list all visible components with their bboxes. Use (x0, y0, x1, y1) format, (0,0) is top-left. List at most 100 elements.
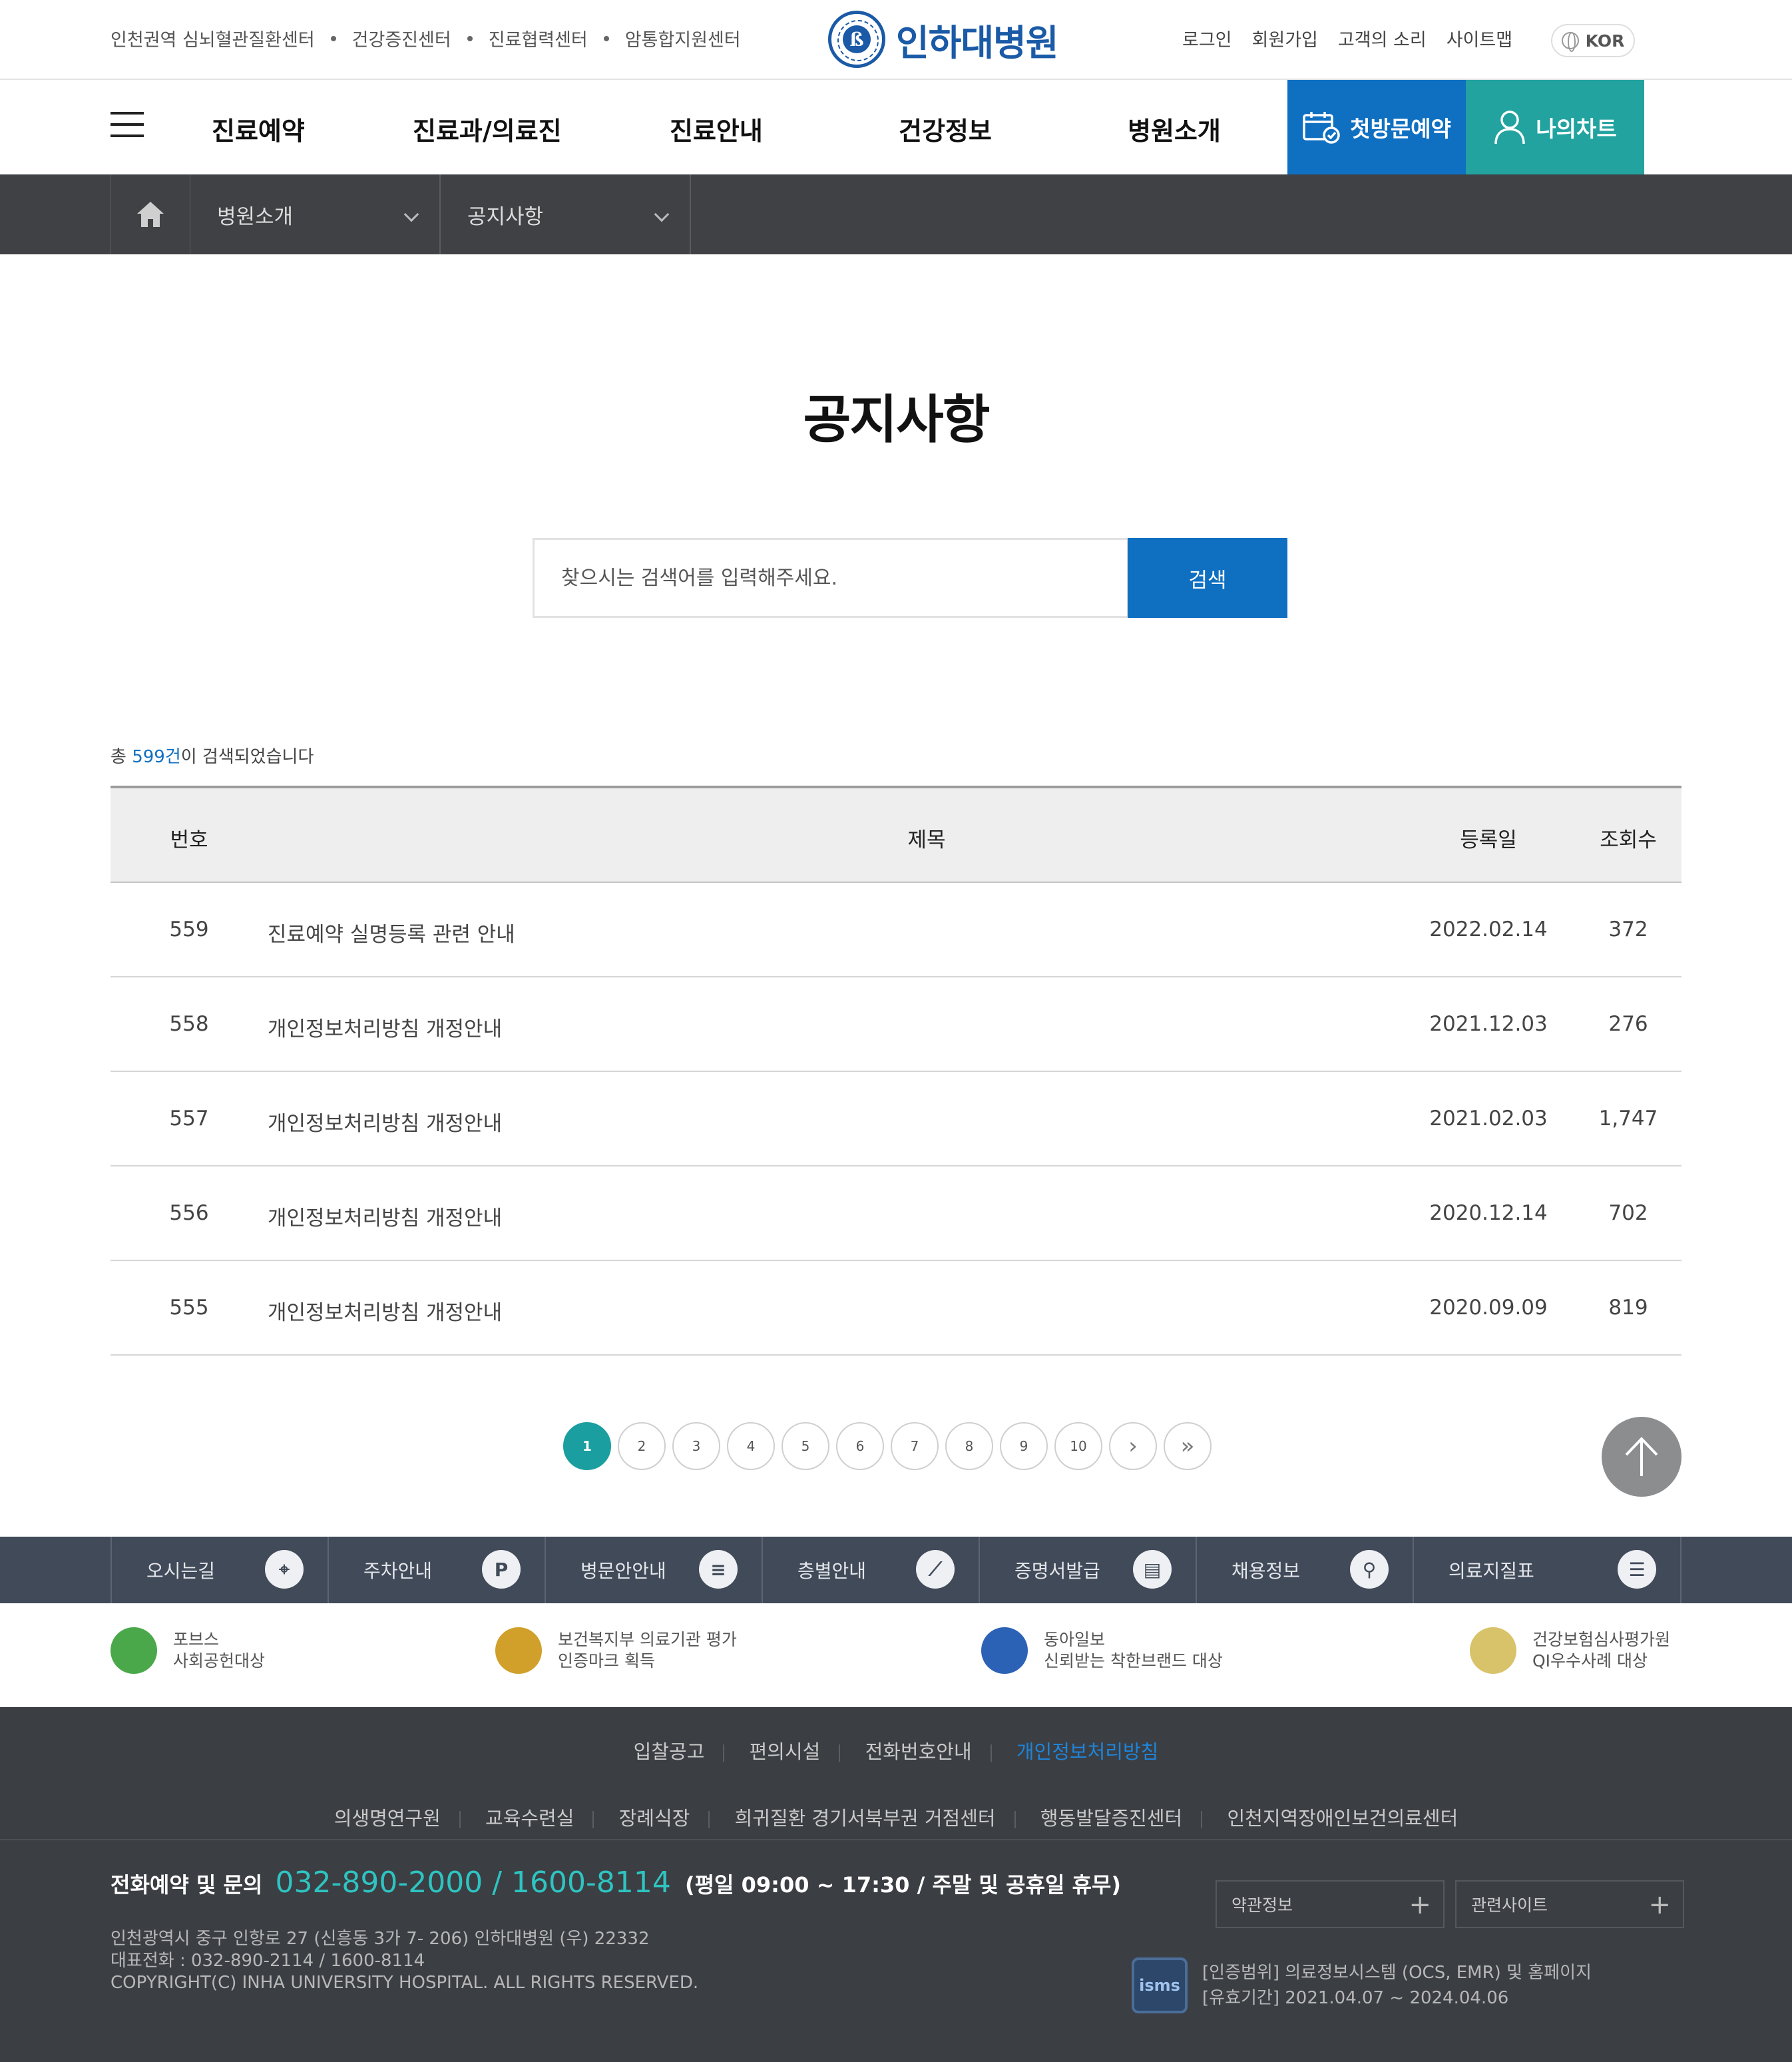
footer-link-research[interactable]: 의생명연구원 (334, 1807, 441, 1830)
breadcrumb-level1: 병원소개 (217, 204, 294, 229)
login-link[interactable]: 로그인 (1182, 25, 1232, 51)
contact-label: 전화예약 및 문의 (111, 1872, 263, 1898)
sitemap-link[interactable]: 사이트맵 (1447, 25, 1512, 51)
nav-guide[interactable]: 진료안내 (670, 111, 763, 147)
utility-links: 로그인 회원가입 고객의 소리 사이트맵 (1182, 25, 1532, 51)
center-link-health[interactable]: 건강증진센터 (352, 25, 451, 51)
award-line2: 인증마크 획득 (558, 1651, 655, 1671)
footer-link-phone-guide[interactable]: 전화번호안내 (865, 1740, 972, 1763)
nav-health-info[interactable]: 건강정보 (899, 111, 992, 147)
notice-table: 번호 제목 등록일 조회수 559 진료예약 실명등록 관련 안내 2022.0… (111, 786, 1681, 1356)
terms-label: 약관정보 (1232, 1896, 1293, 1915)
page-1-button[interactable]: 1 (563, 1422, 611, 1470)
page-10-button[interactable]: 10 (1054, 1422, 1102, 1470)
page-2-button[interactable]: 2 (618, 1422, 666, 1470)
search-input[interactable] (533, 538, 1129, 618)
terms-dropdown[interactable]: 약관정보 + (1216, 1880, 1445, 1928)
address: 인천광역시 중구 인항로 27 (신흥동 3가 7- 206) 인하대병원 (우… (111, 1929, 650, 1949)
hospital-logo[interactable]: ß 인하대병원 (828, 11, 1058, 68)
result-prefix: 총 (111, 747, 132, 767)
user-icon (1494, 111, 1526, 144)
footer-link-privacy[interactable]: 개인정보처리방침 (1016, 1740, 1158, 1763)
header-no: 번호 (170, 828, 208, 852)
table-row[interactable]: 555 개인정보처리방침 개정안내 2020.09.09 819 (111, 1261, 1681, 1356)
footer-link-education[interactable]: 교육수련실 (485, 1807, 574, 1830)
page-4-button[interactable]: 4 (727, 1422, 775, 1470)
center-link-cardio[interactable]: 인천권역 심뇌혈관질환센터 (111, 25, 315, 51)
page-7-button[interactable]: 7 (891, 1422, 939, 1470)
nav-departments[interactable]: 진료과/의료진 (413, 111, 562, 147)
address-block: 인천광역시 중구 인항로 27 (신흥동 3가 7- 206) 인하대병원 (우… (111, 1928, 698, 1994)
footer-link-rare-disease[interactable]: 희귀질환 경기서북부권 거점센터 (735, 1807, 996, 1830)
nav-reservation[interactable]: 진료예약 (212, 111, 305, 147)
last-page-icon[interactable]: » (1164, 1422, 1212, 1470)
signup-link[interactable]: 회원가입 (1252, 25, 1318, 51)
my-chart-button[interactable]: 나의차트 (1466, 80, 1644, 174)
footer-link-bidding[interactable]: 입찰공고 (634, 1740, 705, 1763)
main-navigation: 진료예약 진료과/의료진 진료안내 건강정보 병원소개 첫방문예약 나의차트 (0, 80, 1792, 174)
printer-icon: ▤ (1133, 1550, 1172, 1589)
page-8-button[interactable]: 8 (945, 1422, 993, 1470)
bed-icon: ≡ (699, 1550, 738, 1589)
award-line2: 사회공헌대상 (173, 1651, 266, 1671)
scroll-to-top-button[interactable] (1602, 1417, 1681, 1497)
quick-certificates[interactable]: 증명서발급 ▤ (979, 1537, 1196, 1603)
related-sites-dropdown[interactable]: 관련사이트 + (1455, 1880, 1684, 1928)
quick-visiting[interactable]: 병문안안내 ≡ (545, 1537, 762, 1603)
good-brand-icon (981, 1627, 1028, 1674)
table-row[interactable]: 556 개인정보처리방침 개정안내 2020.12.14 702 (111, 1166, 1681, 1261)
first-visit-button[interactable]: 첫방문예약 (1287, 80, 1466, 174)
footer-link-disability[interactable]: 인천지역장애인보건의료센터 (1227, 1807, 1458, 1830)
footer-link-facilities[interactable]: 편의시설 (750, 1740, 821, 1763)
page-6-button[interactable]: 6 (836, 1422, 884, 1470)
table-row[interactable]: 559 진료예약 실명등록 관련 안내 2022.02.14 372 (111, 883, 1681, 977)
quick-quality-index[interactable]: 의료지질표 ☰ (1413, 1537, 1681, 1603)
dot-separator (603, 35, 609, 41)
contact-line: 전화예약 및 문의 032-890-2000 / 1600-8114 (평일 0… (111, 1866, 1121, 1900)
quick-menu-bar: 오시는길 ⌖ 주차안내 P 병문안안내 ≡ 층별안내 ⟋ 증명서발급 ▤ 채용정… (0, 1537, 1792, 1603)
isms-certification: isms [인증범위] 의료정보시스템 (OCS, EMR) 및 홈페이지 [유… (1132, 1957, 1592, 2013)
home-button[interactable] (111, 174, 190, 254)
award-line1: 포브스 (173, 1630, 220, 1649)
quick-parking[interactable]: 주차안내 P (328, 1537, 545, 1603)
award-line1: 동아일보 (1044, 1630, 1106, 1649)
center-link-cancer[interactable]: 암통합지원센터 (625, 25, 741, 51)
award-good-brand: 동아일보 신뢰받는 착한브랜드 대상 (981, 1627, 1223, 1674)
awards-strip: 포브스 사회공헌대상 보건복지부 의료기관 평가 인증마크 획득 동아일보 신뢰받는 … (0, 1603, 1792, 1707)
breadcrumb-dropdown-notice[interactable]: 공지사항 (441, 174, 691, 254)
hamburger-menu-icon[interactable] (111, 112, 144, 138)
table-row[interactable]: 558 개인정보처리방침 개정안내 2021.12.03 276 (111, 977, 1681, 1072)
row-title-link[interactable]: 개인정보처리방침 개정안내 (268, 1201, 502, 1231)
page-5-button[interactable]: 5 (782, 1422, 829, 1470)
language-selector[interactable]: KOR (1551, 24, 1635, 57)
result-suffix: 이 검색되었습니다 (180, 747, 314, 767)
quick-floor-guide[interactable]: 층별안내 ⟋ (762, 1537, 979, 1603)
logo-text: 인하대병원 (896, 21, 1058, 64)
row-title-link[interactable]: 진료예약 실명등록 관련 안내 (268, 917, 515, 947)
center-link-cooperation[interactable]: 진료협력센터 (489, 25, 588, 51)
customer-voice-link[interactable]: 고객의 소리 (1338, 25, 1427, 51)
award-line2: QI우수사례 대상 (1532, 1651, 1648, 1671)
quick-label: 병문안안내 (580, 1560, 666, 1582)
row-title-link[interactable]: 개인정보처리방침 개정안내 (268, 1107, 502, 1137)
search-button[interactable]: 검색 (1128, 538, 1287, 618)
quick-directions[interactable]: 오시는길 ⌖ (111, 1537, 328, 1603)
quick-recruit[interactable]: 채용정보 ⚲ (1196, 1537, 1413, 1603)
nav-about[interactable]: 병원소개 (1128, 111, 1221, 147)
qi-award-icon (1470, 1627, 1516, 1674)
home-icon (137, 202, 164, 227)
row-title-link[interactable]: 개인정보처리방침 개정안내 (268, 1012, 502, 1042)
dot-separator (330, 35, 336, 41)
result-count: 총 599건이 검색되었습니다 (111, 743, 314, 768)
footer-link-funeral[interactable]: 장례식장 (619, 1807, 690, 1830)
page-9-button[interactable]: 9 (1000, 1422, 1048, 1470)
breadcrumb-dropdown-about[interactable]: 병원소개 (190, 174, 441, 254)
page-3-button[interactable]: 3 (672, 1422, 720, 1470)
row-title-link[interactable]: 개인정보처리방침 개정안내 (268, 1296, 502, 1326)
footer-link-development[interactable]: 행동발달증진센터 (1040, 1807, 1182, 1830)
row-views: 702 (1608, 1201, 1648, 1225)
award-qi: 건강보험심사평가원 QI우수사례 대상 (1470, 1627, 1670, 1674)
first-visit-label: 첫방문예약 (1350, 116, 1451, 142)
table-row[interactable]: 557 개인정보처리방침 개정안내 2021.02.03 1,747 (111, 1072, 1681, 1166)
next-page-icon[interactable]: › (1109, 1422, 1157, 1470)
